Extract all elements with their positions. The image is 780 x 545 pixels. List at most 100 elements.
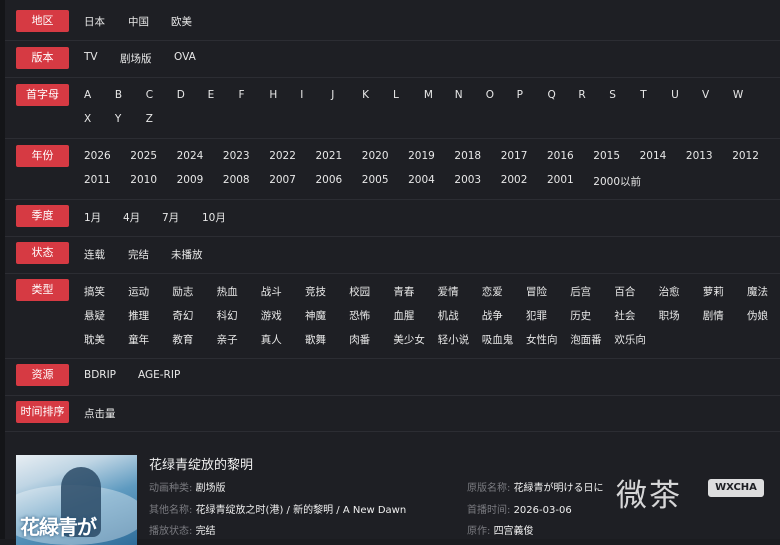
filter-item[interactable]: P — [517, 89, 523, 101]
filter-item[interactable]: 2009 — [177, 174, 204, 186]
filter-item[interactable]: 日本 — [84, 14, 105, 29]
filter-item[interactable]: 2010 — [130, 174, 157, 186]
filter-item[interactable]: 游戏 — [261, 308, 282, 323]
filter-item[interactable]: 歌舞 — [305, 332, 326, 347]
filter-item[interactable]: 中国 — [128, 14, 149, 29]
filter-item[interactable]: 2005 — [362, 174, 389, 186]
filter-item[interactable]: 未播放 — [171, 247, 203, 262]
filter-item[interactable]: Q — [548, 89, 556, 101]
filter-item[interactable]: 2023 — [223, 150, 250, 162]
filter-item[interactable]: 轻小说 — [438, 332, 470, 347]
filter-item[interactable]: BDRIP — [84, 369, 116, 381]
filter-item[interactable]: 2011 — [84, 174, 111, 186]
filter-item[interactable]: 泡面番 — [570, 332, 602, 347]
filter-item[interactable]: 2021 — [316, 150, 343, 162]
filter-item[interactable]: 女性向 — [526, 332, 558, 347]
filter-item[interactable]: 2002 — [501, 174, 528, 186]
filter-item[interactable]: 剧场版 — [120, 51, 152, 66]
filter-item[interactable]: 2020 — [362, 150, 389, 162]
filter-item[interactable]: C — [146, 89, 153, 101]
filter-item[interactable]: 吸血鬼 — [482, 332, 514, 347]
filter-item[interactable]: 连载 — [84, 247, 105, 262]
filter-item[interactable]: 社会 — [614, 308, 635, 323]
filter-item[interactable]: 2012 — [732, 150, 759, 162]
filter-item[interactable]: 2025 — [130, 150, 157, 162]
filter-item[interactable]: D — [177, 89, 185, 101]
filter-item[interactable]: 10月 — [202, 210, 226, 225]
filter-item[interactable]: 剧情 — [703, 308, 724, 323]
filter-item[interactable]: 2024 — [177, 150, 204, 162]
filter-item[interactable]: 2017 — [501, 150, 528, 162]
filter-item[interactable]: B — [115, 89, 122, 101]
filter-item[interactable]: 职场 — [659, 308, 680, 323]
filter-item[interactable]: E — [208, 89, 215, 101]
filter-item[interactable]: 2004 — [408, 174, 435, 186]
filter-item[interactable]: 2003 — [454, 174, 481, 186]
anime-title[interactable]: 花绿青绽放的黎明 — [149, 454, 253, 473]
filter-item[interactable]: W — [733, 89, 743, 101]
filter-item[interactable]: R — [578, 89, 585, 101]
filter-item[interactable]: U — [671, 89, 679, 101]
filter-item[interactable]: TV — [84, 51, 98, 63]
filter-item[interactable]: 战争 — [482, 308, 503, 323]
filter-item[interactable]: 萝莉 — [703, 284, 724, 299]
filter-item[interactable]: 2008 — [223, 174, 250, 186]
filter-item[interactable]: 恋爱 — [482, 284, 503, 299]
filter-item[interactable]: 战斗 — [261, 284, 282, 299]
filter-item[interactable]: 历史 — [570, 308, 591, 323]
filter-item[interactable]: H — [269, 89, 277, 101]
filter-item[interactable]: 2001 — [547, 174, 574, 186]
filter-item[interactable]: 运动 — [128, 284, 149, 299]
filter-item[interactable]: 耽美 — [84, 332, 105, 347]
filter-item[interactable]: 冒险 — [526, 284, 547, 299]
filter-item[interactable]: K — [362, 89, 369, 101]
filter-item[interactable]: AGE-RIP — [138, 369, 180, 381]
filter-item[interactable]: T — [640, 89, 646, 101]
filter-item[interactable]: 搞笑 — [84, 284, 105, 299]
filter-item[interactable]: 伪娘 — [747, 308, 768, 323]
filter-item[interactable]: L — [393, 89, 399, 101]
filter-item[interactable]: 爱情 — [438, 284, 459, 299]
filter-item[interactable]: 百合 — [614, 284, 635, 299]
filter-item[interactable]: J — [331, 89, 334, 101]
filter-item[interactable]: 青春 — [393, 284, 414, 299]
filter-item[interactable]: S — [609, 89, 616, 101]
filter-item[interactable]: X — [84, 113, 91, 125]
filter-item[interactable]: 2007 — [269, 174, 296, 186]
filter-item[interactable]: 2026 — [84, 150, 111, 162]
filter-item[interactable]: 2022 — [269, 150, 296, 162]
filter-item[interactable]: M — [424, 89, 433, 101]
filter-item[interactable]: 竞技 — [305, 284, 326, 299]
filter-item[interactable]: 2013 — [686, 150, 713, 162]
filter-item[interactable]: 犯罪 — [526, 308, 547, 323]
filter-item[interactable]: O — [486, 89, 494, 101]
filter-item[interactable]: 后宫 — [570, 284, 591, 299]
filter-item[interactable]: 2006 — [316, 174, 343, 186]
filter-item[interactable]: 2014 — [640, 150, 667, 162]
filter-item[interactable]: 1月 — [84, 210, 101, 225]
filter-item[interactable]: I — [300, 89, 303, 101]
filter-item[interactable]: 2018 — [454, 150, 481, 162]
filter-item[interactable]: 神魔 — [305, 308, 326, 323]
filter-item[interactable]: 亲子 — [217, 332, 238, 347]
filter-item[interactable]: 真人 — [261, 332, 282, 347]
filter-item[interactable]: 4月 — [123, 210, 140, 225]
filter-item[interactable]: Z — [146, 113, 153, 125]
filter-item[interactable]: 欧美 — [171, 14, 192, 29]
filter-item[interactable]: 血腥 — [393, 308, 414, 323]
filter-item[interactable]: OVA — [174, 51, 196, 63]
filter-item[interactable]: N — [455, 89, 463, 101]
filter-item[interactable]: 点击量 — [84, 406, 116, 421]
filter-item[interactable]: 推理 — [128, 308, 149, 323]
filter-item[interactable]: 科幻 — [217, 308, 238, 323]
anime-poster[interactable]: 花緑青が — [16, 455, 137, 545]
filter-item[interactable]: 恐怖 — [349, 308, 370, 323]
filter-item[interactable]: 2019 — [408, 150, 435, 162]
filter-item[interactable]: 肉番 — [349, 332, 370, 347]
filter-item[interactable]: 美少女 — [393, 332, 425, 347]
filter-item[interactable]: Y — [115, 113, 121, 125]
filter-item[interactable]: 机战 — [438, 308, 459, 323]
filter-item[interactable]: 童年 — [128, 332, 149, 347]
filter-item[interactable]: 校园 — [349, 284, 370, 299]
filter-item[interactable]: F — [239, 89, 245, 101]
